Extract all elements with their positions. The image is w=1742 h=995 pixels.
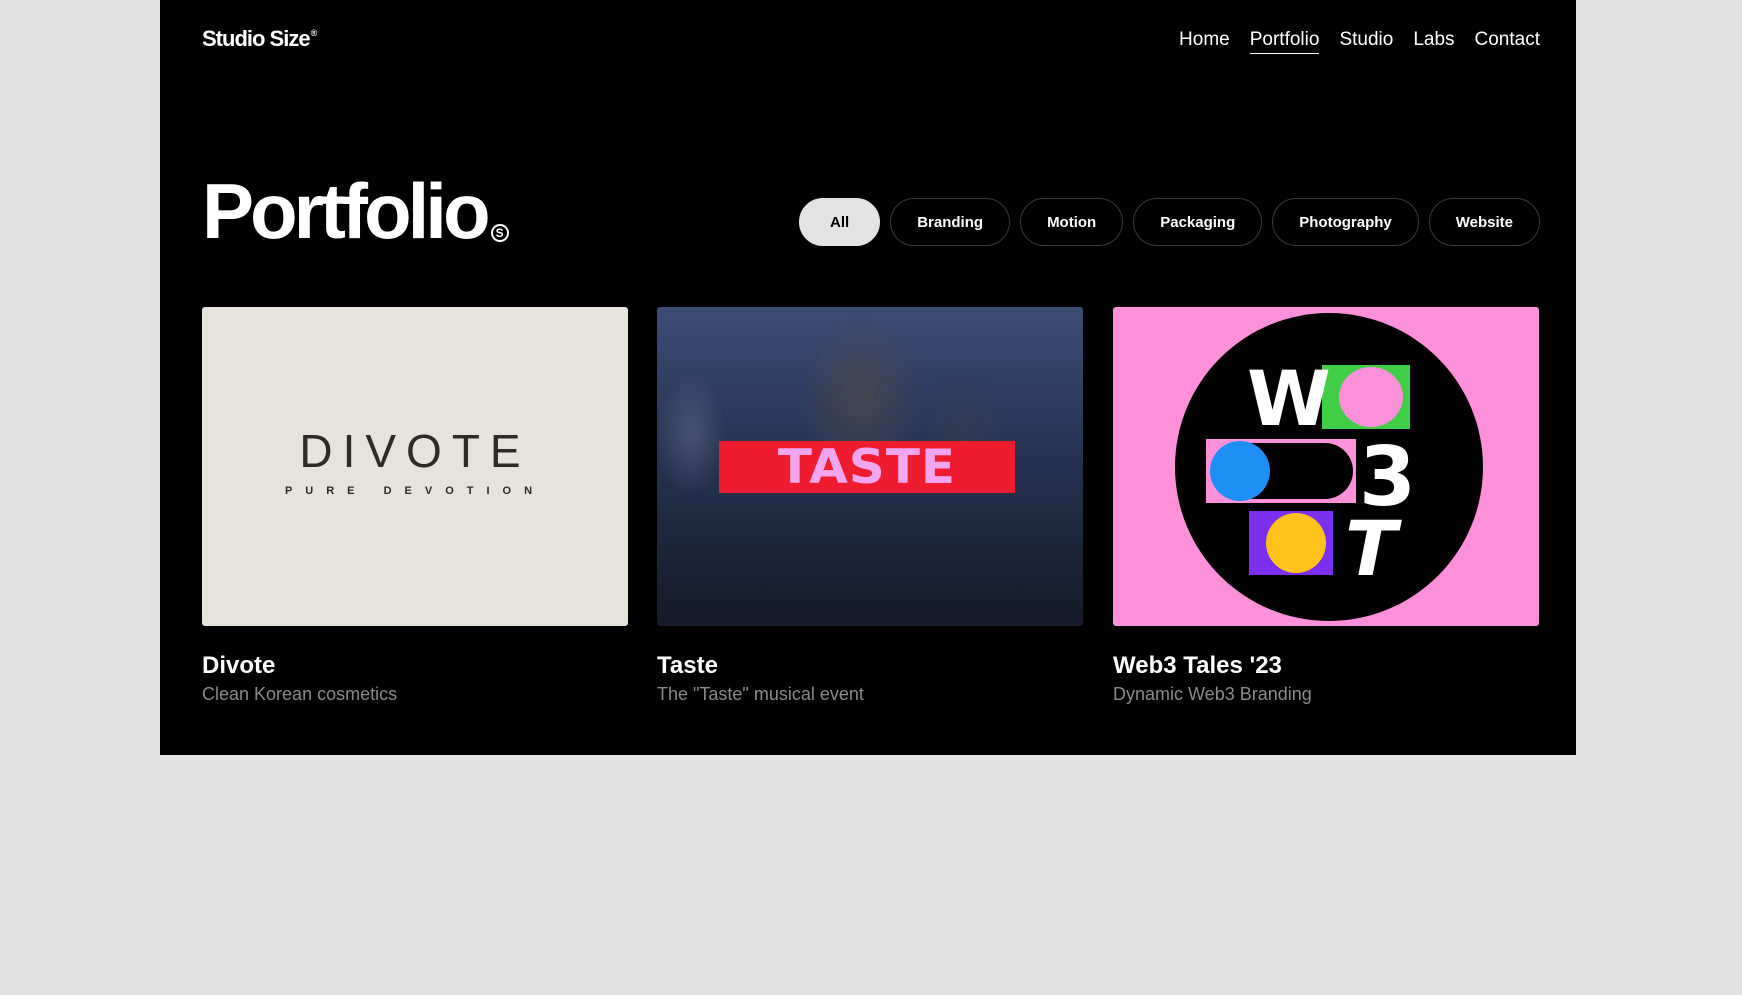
- filter-motion[interactable]: Motion: [1020, 198, 1124, 246]
- web3-letter-w: W: [1247, 354, 1331, 443]
- filter-all[interactable]: All: [799, 198, 881, 246]
- project-subtitle: Clean Korean cosmetics: [202, 684, 398, 704]
- filter-website[interactable]: Website: [1428, 198, 1540, 246]
- main-nav: Home Portfolio Studio Labs Contact: [1179, 29, 1540, 54]
- project-card-divote[interactable]: DIVOTE PURE DEVOTION Divote Clean Korean…: [202, 307, 628, 705]
- site-frame: Studio Size® Home Portfolio Studio Labs …: [160, 0, 1576, 755]
- web3-letter-t: T: [1345, 504, 1402, 593]
- filter-packaging[interactable]: Packaging: [1133, 198, 1263, 246]
- nav-home[interactable]: Home: [1179, 29, 1230, 54]
- logo-text: Studio Size: [202, 26, 311, 51]
- filter-bar: All Branding Motion Packaging Photograph…: [799, 198, 1540, 246]
- taste-banner: TASTE: [719, 439, 1015, 495]
- taste-banner-text: TASTE: [777, 439, 957, 495]
- divote-tagline: PURE DEVOTION: [284, 485, 546, 497]
- project-title[interactable]: Taste: [657, 652, 1083, 680]
- project-subtitle: The "Taste" musical event: [657, 684, 864, 704]
- nav-contact[interactable]: Contact: [1475, 29, 1540, 54]
- filter-branding[interactable]: Branding: [890, 198, 1011, 246]
- project-title[interactable]: Web3 Tales '23: [1113, 652, 1539, 680]
- project-image-divote[interactable]: DIVOTE PURE DEVOTION: [202, 307, 628, 626]
- project-title[interactable]: Divote: [202, 652, 628, 680]
- nav-portfolio[interactable]: Portfolio: [1249, 29, 1320, 54]
- web3-badge-graphic: W 3 T: [1175, 313, 1483, 621]
- project-image-web3[interactable]: W 3 T: [1113, 307, 1539, 626]
- service-mark-icon: S: [490, 224, 509, 242]
- project-card-taste[interactable]: TASTE Taste The "Taste" musical event: [657, 307, 1083, 705]
- nav-labs[interactable]: Labs: [1413, 29, 1454, 54]
- page-title: Portfolio S: [202, 172, 509, 250]
- divote-wordmark: DIVOTE: [299, 425, 531, 477]
- project-subtitle: Dynamic Web3 Branding: [1113, 684, 1312, 704]
- nav-studio[interactable]: Studio: [1339, 29, 1393, 54]
- page-title-text: Portfolio: [202, 167, 491, 255]
- filter-photography[interactable]: Photography: [1272, 198, 1419, 246]
- studio-logo[interactable]: Studio Size®: [202, 26, 318, 52]
- project-card-web3[interactable]: W 3 T Web3 Tales '23 Dynamic Web3 Brandi…: [1113, 307, 1539, 705]
- project-image-taste[interactable]: TASTE: [657, 307, 1083, 626]
- registered-mark: ®: [310, 27, 318, 38]
